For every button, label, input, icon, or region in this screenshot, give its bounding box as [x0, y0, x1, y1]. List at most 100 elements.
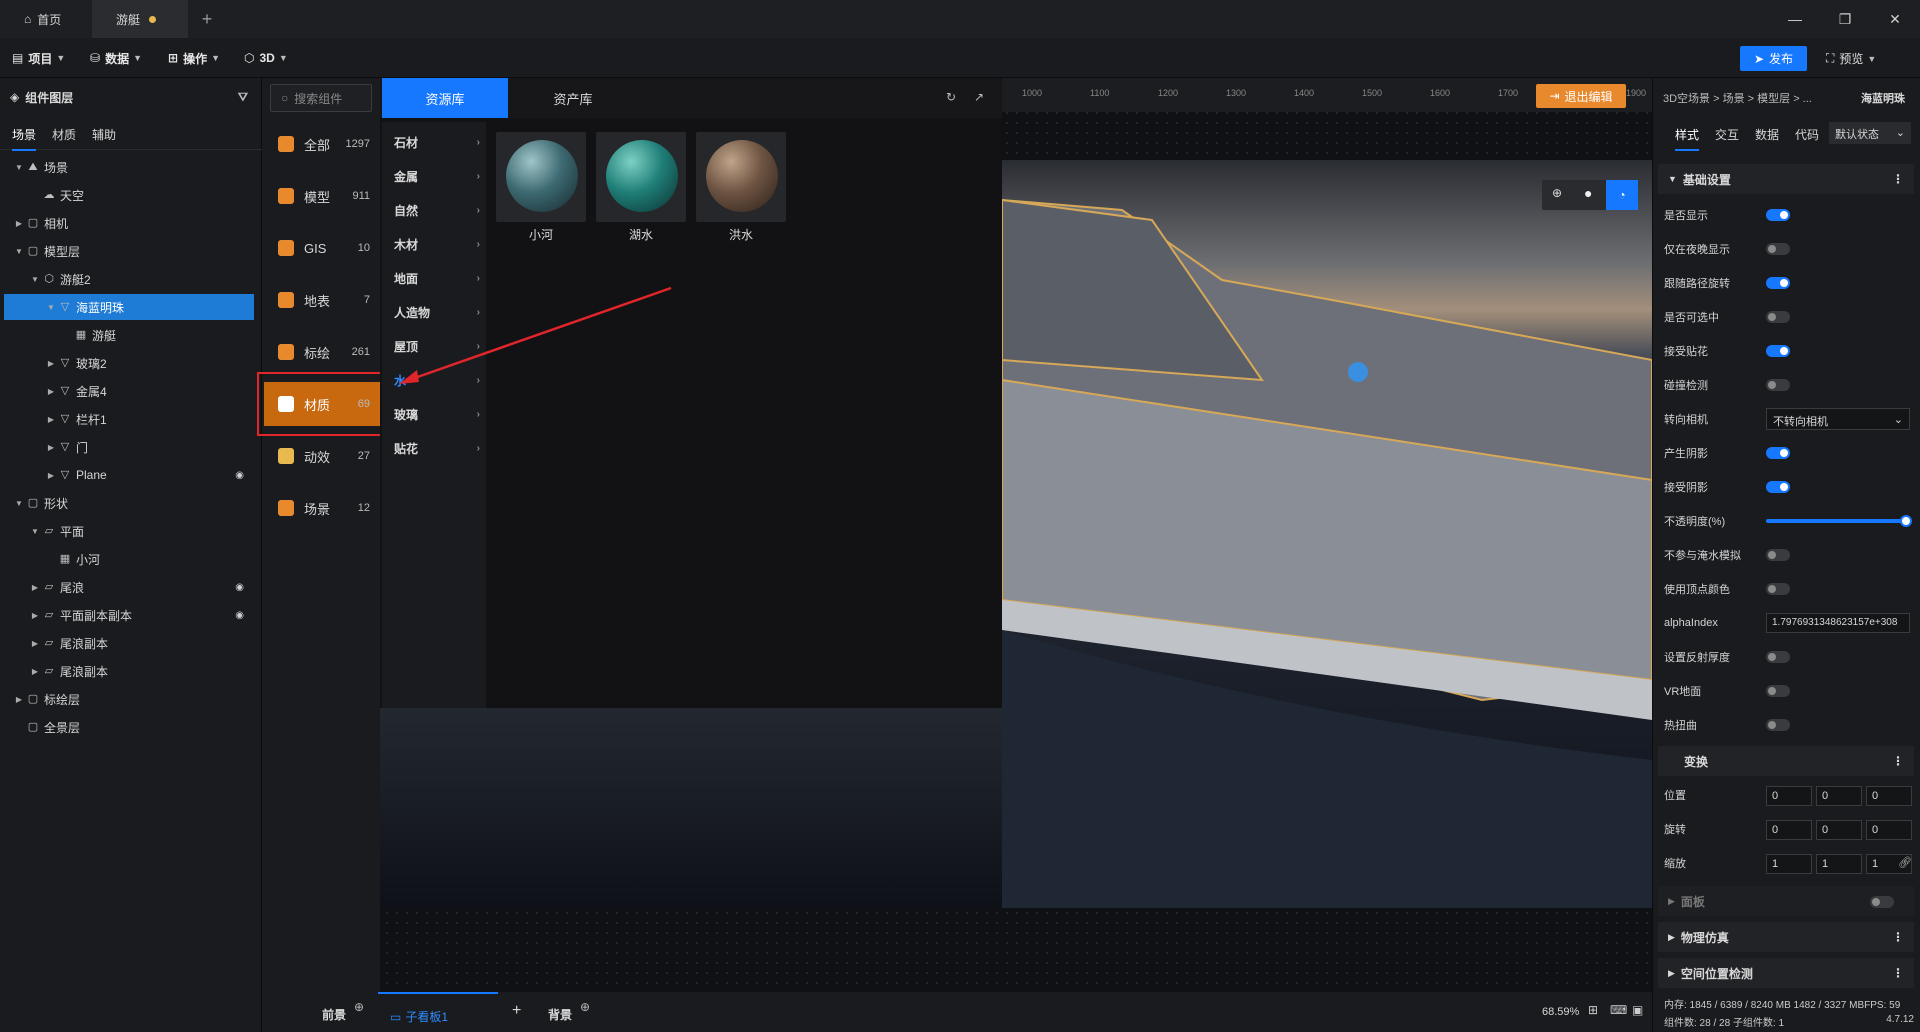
caret-icon[interactable]: ▶ — [46, 415, 56, 424]
caret-icon[interactable]: ▶ — [46, 387, 56, 396]
tree-item[interactable]: ▶ ▢ 标绘层 — [4, 686, 254, 712]
category-item[interactable]: 全部 1297 — [264, 122, 380, 166]
zoom-level[interactable]: 68.59% — [1542, 1006, 1579, 1018]
property-toggle[interactable] — [1766, 549, 1790, 561]
transform-input[interactable]: 0 — [1766, 786, 1812, 806]
hidden-eye-icon[interactable]: ◉ — [235, 610, 244, 621]
tree-item[interactable]: ☁ 天空 — [4, 182, 254, 208]
tab-home[interactable]: ⌂ 首页 — [0, 0, 92, 38]
panel-toggle[interactable] — [1870, 896, 1894, 908]
section-transform[interactable]: 变换 ⋮ — [1658, 746, 1914, 776]
tree-item[interactable]: ▶ ▱ 平面副本副本 ◉ — [4, 602, 254, 628]
category-item[interactable]: 动效 27 — [264, 434, 380, 478]
add-foreground-icon[interactable]: ⊕ — [354, 1000, 364, 1014]
publish-button[interactable]: ➤ 发布 — [1740, 46, 1807, 71]
property-toggle[interactable] — [1766, 583, 1790, 595]
subcategory-item[interactable]: 自然 › — [394, 200, 482, 220]
transform-input[interactable]: 0 — [1766, 820, 1812, 840]
tree-item[interactable]: ▢ 全景层 — [4, 714, 254, 740]
subcategory-item[interactable]: 贴花 › — [394, 438, 482, 458]
property-toggle[interactable] — [1766, 277, 1790, 289]
caret-icon[interactable]: ▶ — [46, 443, 56, 452]
property-toggle[interactable] — [1766, 481, 1790, 493]
tree-item[interactable]: ▶ ▱ 尾浪副本 — [4, 630, 254, 656]
caret-icon[interactable]: ▼ — [46, 303, 56, 312]
property-toggle[interactable] — [1766, 685, 1790, 697]
caret-icon[interactable]: ▼ — [14, 499, 24, 508]
property-toggle[interactable] — [1766, 311, 1790, 323]
fit-icon[interactable]: ⊞ — [1588, 1003, 1598, 1017]
hidden-eye-icon[interactable]: ◉ — [235, 470, 244, 481]
minimize-icon[interactable]: — — [1786, 10, 1804, 28]
transform-input[interactable]: 0 — [1866, 820, 1912, 840]
more-icon[interactable]: ⋮ — [1892, 966, 1904, 980]
subcategory-item[interactable]: 石材 › — [394, 132, 482, 152]
more-icon[interactable]: ⋮ — [1892, 754, 1904, 768]
add-background-icon[interactable]: ⊕ — [580, 1000, 590, 1014]
menu-3d[interactable]: ⬡ 3D ▼ — [244, 48, 288, 68]
caret-icon[interactable]: ▼ — [14, 163, 24, 172]
tree-item[interactable]: ▼ ▢ 形状 — [4, 490, 254, 516]
subcategory-item[interactable]: 玻璃 › — [394, 404, 482, 424]
transform-input[interactable]: 0 — [1816, 820, 1862, 840]
refresh-icon[interactable]: ↻ — [946, 90, 956, 104]
tree-item[interactable]: ▶ ▢ 相机 — [4, 210, 254, 236]
opacity-slider[interactable] — [1766, 515, 1912, 527]
tab-scene[interactable]: 场景 — [12, 126, 37, 151]
tree-item[interactable]: ▶ ▽ 金属4 — [4, 378, 254, 404]
sphere-icon[interactable]: ● — [1584, 185, 1592, 201]
caret-icon[interactable]: ▼ — [30, 275, 40, 284]
section-panel[interactable]: ▶ 面板 — [1658, 886, 1914, 916]
add-subview-button[interactable]: + — [512, 1002, 521, 1020]
foreground-button[interactable]: 前景 — [322, 1006, 346, 1023]
caret-icon[interactable]: ▶ — [46, 359, 56, 368]
map-pin-icon[interactable] — [1348, 362, 1368, 382]
tree-item[interactable]: ▼ ▽ 海蓝明珠 — [4, 294, 254, 320]
tab-data[interactable]: 数据 — [1755, 126, 1779, 143]
caret-icon[interactable]: ▶ — [14, 695, 24, 704]
tree-item[interactable]: ▦ 小河 — [4, 546, 254, 572]
caret-icon[interactable]: ▶ — [30, 639, 40, 648]
property-toggle[interactable] — [1766, 651, 1790, 663]
property-toggle[interactable] — [1766, 719, 1790, 731]
subview-tab[interactable]: ▭ 子看板1 — [378, 992, 498, 1032]
tree-item[interactable]: ▦ 游艇 — [4, 322, 254, 348]
slider-handle[interactable] — [1900, 515, 1912, 527]
caret-icon[interactable]: ▼ — [30, 527, 40, 536]
menu-data[interactable]: ⛁ 数据 ▼ — [90, 48, 142, 68]
tab-style[interactable]: 样式 — [1675, 126, 1700, 151]
caret-icon[interactable]: ▶ — [14, 219, 24, 228]
tree-item[interactable]: ▼ ▢ 模型层 — [4, 238, 254, 264]
tab-interaction[interactable]: 交互 — [1715, 126, 1739, 143]
viewport-3d[interactable] — [1002, 160, 1652, 908]
section-space-check[interactable]: ▶ 空间位置检测 ⋮ — [1658, 958, 1914, 988]
material-thumbnail[interactable] — [596, 132, 686, 222]
property-toggle[interactable] — [1766, 447, 1790, 459]
background-button[interactable]: 背景 — [548, 1006, 572, 1023]
link-icon[interactable]: 🔗︎ — [1898, 856, 1912, 869]
exit-edit-button[interactable]: ⇥ 退出编辑 — [1536, 84, 1626, 108]
state-select[interactable]: 默认状态 ⌄ — [1829, 122, 1911, 144]
more-icon[interactable]: ⋮ — [1892, 172, 1904, 186]
menu-ops[interactable]: ⊞ 操作 ▼ — [168, 48, 220, 68]
menu-project[interactable]: ▤ 项目 ▼ — [12, 48, 65, 68]
category-item[interactable]: 地表 7 — [264, 278, 380, 322]
add-tab-button[interactable]: + — [196, 0, 218, 38]
property-toggle[interactable] — [1766, 209, 1790, 221]
tab-helper[interactable]: 辅助 — [92, 126, 116, 143]
caret-icon[interactable]: ▶ — [46, 471, 56, 480]
property-toggle[interactable] — [1766, 345, 1790, 357]
property-toggle[interactable] — [1766, 379, 1790, 391]
property-toggle[interactable] — [1766, 243, 1790, 255]
preview-button[interactable]: ⛶ 预览 ▼ — [1826, 46, 1876, 71]
category-item[interactable]: 场景 12 — [264, 486, 380, 530]
tree-item[interactable]: ▶ ▽ 门 — [4, 434, 254, 460]
close-icon[interactable]: ✕ — [1886, 10, 1904, 28]
tree-item[interactable]: ▼ ⛰ 场景 — [4, 154, 254, 180]
tab-code[interactable]: 代码 — [1795, 126, 1819, 143]
tree-item[interactable]: ▶ ▱ 尾浪副本 — [4, 658, 254, 684]
category-item[interactable]: GIS 10 — [264, 226, 380, 270]
tree-item[interactable]: ▶ ▽ 栏杆1 — [4, 406, 254, 432]
category-item[interactable]: 模型 911 — [264, 174, 380, 218]
category-item[interactable]: 标绘 261 — [264, 330, 380, 374]
